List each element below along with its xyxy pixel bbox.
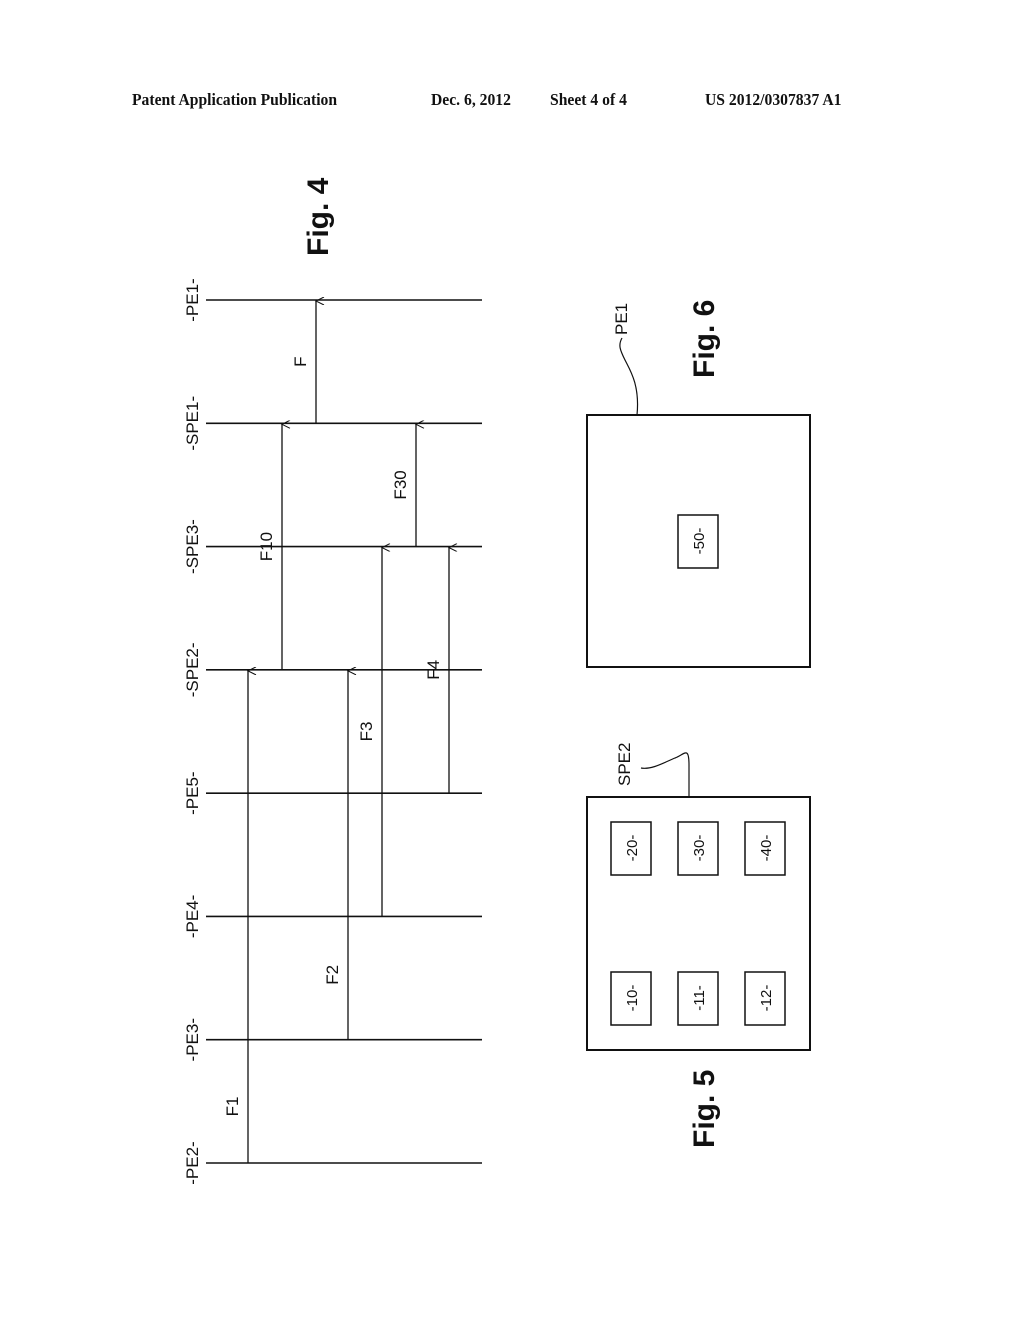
module-box: -12- bbox=[744, 971, 786, 1026]
module-label: -12- bbox=[758, 985, 775, 1012]
flow-arrow-label: F10 bbox=[257, 532, 276, 561]
flow-arrow-label: F4 bbox=[424, 660, 443, 680]
module-box: -30- bbox=[677, 821, 719, 876]
flow-arrow-label: F bbox=[291, 356, 310, 366]
fig5-title: Fig. 5 bbox=[688, 1070, 721, 1148]
level-label: -SPE3- bbox=[183, 519, 202, 574]
module-label: -11- bbox=[691, 985, 708, 1011]
fig6-title: Fig. 6 bbox=[688, 300, 721, 378]
module-label: -40- bbox=[758, 835, 775, 862]
module-box: -40- bbox=[744, 821, 786, 876]
module-label: -20- bbox=[624, 835, 641, 862]
fig4-diagram: -PE2- -PE3- -PE4- -PE5- -SPE2- -SPE3- -SPE1- -P… bbox=[183, 278, 482, 1185]
level-label: -SPE1- bbox=[183, 396, 202, 451]
flow-arrow-label: F30 bbox=[391, 470, 410, 499]
module-box: -10- bbox=[610, 971, 652, 1026]
module-box: -11- bbox=[677, 971, 719, 1026]
pe1-label: PE1 bbox=[612, 303, 631, 335]
spe2-label: SPE2 bbox=[615, 743, 634, 786]
flow-arrow-label: F3 bbox=[357, 722, 376, 742]
fig4-title: Fig. 4 bbox=[302, 177, 335, 256]
module-box: -20- bbox=[610, 821, 652, 876]
level-label: -SPE2- bbox=[183, 642, 202, 697]
level-label: -PE2- bbox=[183, 1141, 202, 1184]
fig5-diagram: SPE2 -20- -30- -40- -10- -11- -12- bbox=[586, 743, 811, 1051]
level-label: -PE3- bbox=[183, 1018, 202, 1061]
module-box: -50- bbox=[677, 514, 719, 569]
level-label: -PE4- bbox=[183, 895, 202, 938]
module-label: -30- bbox=[691, 835, 708, 862]
module-label: -10- bbox=[624, 985, 641, 1012]
drawing-sheet: -PE2- -PE3- -PE4- -PE5- -SPE2- -SPE3- -SPE1- -P… bbox=[183, 177, 811, 1185]
flow-arrow-label: F1 bbox=[223, 1097, 242, 1117]
spe2-leader-line bbox=[640, 752, 690, 797]
flow-arrow-label: F2 bbox=[323, 965, 342, 985]
pe1-leader-line bbox=[619, 337, 639, 416]
module-label: -50- bbox=[691, 528, 708, 555]
level-label: -PE1- bbox=[183, 278, 202, 321]
level-label: -PE5- bbox=[183, 771, 202, 814]
